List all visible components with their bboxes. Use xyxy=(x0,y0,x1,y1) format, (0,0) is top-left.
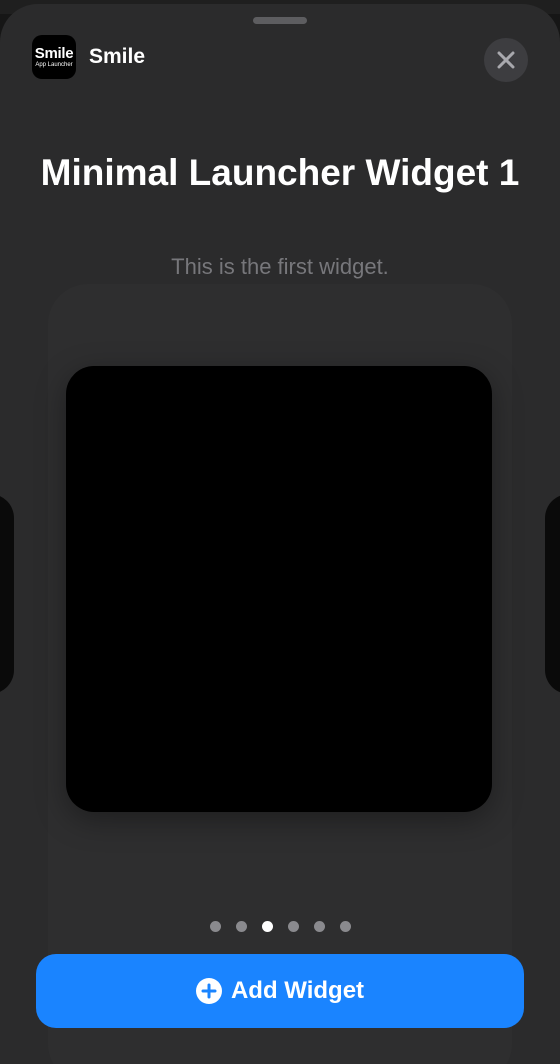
page-indicator[interactable] xyxy=(0,921,560,932)
previous-widget-peek[interactable] xyxy=(0,494,14,694)
page-dot[interactable] xyxy=(313,921,325,932)
page-dot[interactable] xyxy=(235,921,247,932)
app-header: Smile App Launcher Smile xyxy=(32,35,145,79)
close-icon xyxy=(497,51,515,69)
app-icon: Smile App Launcher xyxy=(32,35,76,79)
close-button[interactable] xyxy=(484,38,528,82)
screen: Smile App Launcher Smile Minimal Launche… xyxy=(0,0,560,1064)
app-name: Smile xyxy=(89,45,146,68)
widget-preview[interactable] xyxy=(66,366,492,812)
sheet-grabber[interactable] xyxy=(253,17,307,24)
add-widget-label: Add Widget xyxy=(230,977,365,1004)
page-dot[interactable] xyxy=(261,921,273,932)
page-dot[interactable] xyxy=(339,921,351,932)
add-widget-button[interactable]: Add Widget xyxy=(36,954,524,1028)
page-dot[interactable] xyxy=(287,921,299,932)
next-widget-peek[interactable] xyxy=(545,494,560,694)
widget-gallery-sheet: Smile App Launcher Smile Minimal Launche… xyxy=(0,4,560,1064)
page-dot[interactable] xyxy=(209,921,221,932)
widget-title: Minimal Launcher Widget 1 xyxy=(40,152,520,193)
widget-description: This is the first widget. xyxy=(171,254,389,279)
app-icon-sub-text: App Launcher xyxy=(35,61,73,68)
app-icon-main-text: Smile xyxy=(34,44,74,62)
plus-circle-icon xyxy=(195,978,222,1004)
